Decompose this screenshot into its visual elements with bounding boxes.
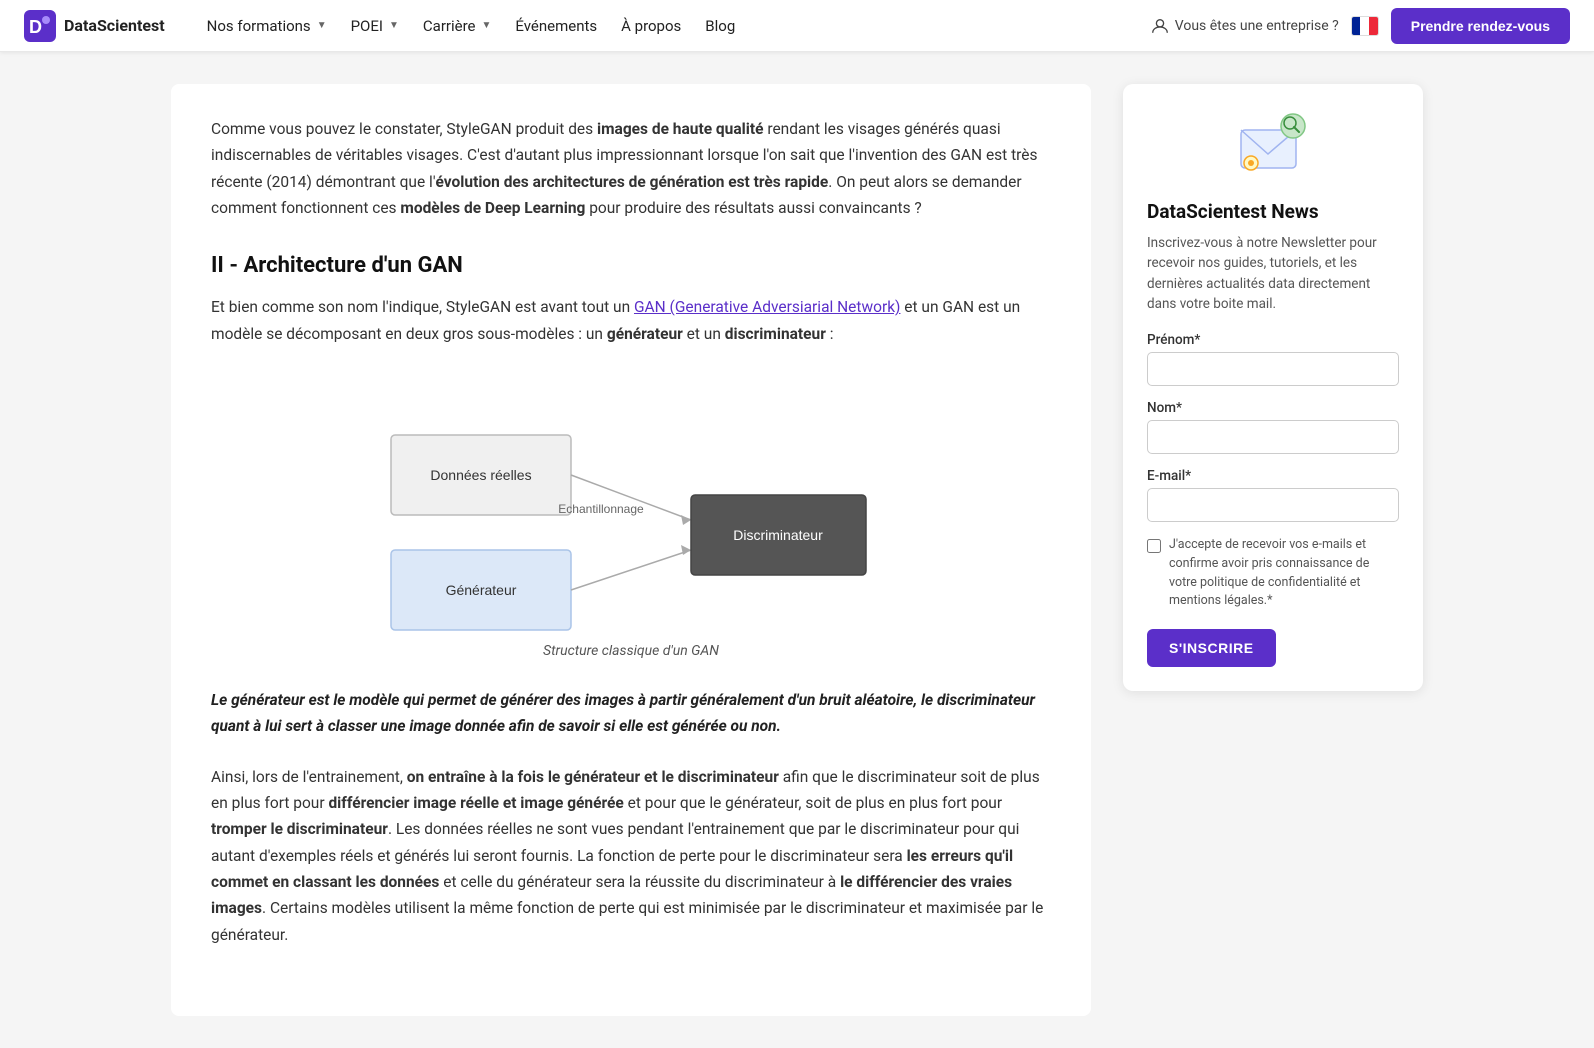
enterprise-icon — [1151, 17, 1169, 35]
consent-checkbox[interactable] — [1147, 539, 1161, 553]
main-nav: Nos formations ▼ POEI ▼ Carrière ▼ Événe… — [197, 11, 746, 41]
logo[interactable]: D DataScientest — [24, 10, 165, 42]
nav-poei[interactable]: POEI ▼ — [341, 11, 409, 41]
french-flag[interactable] — [1351, 16, 1379, 36]
svg-text:Echantillonnage: Echantillonnage — [558, 502, 644, 516]
section-heading: II - Architecture d'un GAN — [211, 253, 1051, 278]
section-paragraph: Et bien comme son nom l'indique, StyleGA… — [211, 294, 1051, 347]
header: D DataScientest Nos formations ▼ POEI ▼ … — [0, 0, 1594, 52]
nav-a-propos[interactable]: À propos — [611, 11, 691, 41]
prenom-label: Prénom* — [1147, 332, 1399, 348]
chevron-down-icon: ▼ — [481, 20, 491, 31]
gan-diagram-container: Données réelles Générateur Echantillonna… — [211, 375, 1051, 659]
prenom-input[interactable] — [1147, 352, 1399, 386]
sidebar-description: Inscrivez-vous à notre Newsletter pour r… — [1147, 233, 1399, 314]
subscribe-button[interactable]: S'INSCRIRE — [1147, 629, 1276, 667]
cta-button[interactable]: Prendre rendez-vous — [1391, 8, 1570, 44]
page-wrapper: Comme vous pouvez le constater, StyleGAN… — [147, 52, 1447, 1048]
nav-nos-formations[interactable]: Nos formations ▼ — [197, 11, 337, 41]
header-left: D DataScientest Nos formations ▼ POEI ▼ … — [24, 10, 745, 42]
consent-label: J'accepte de recevoir vos e-mails et con… — [1169, 536, 1399, 611]
chevron-down-icon: ▼ — [317, 20, 327, 31]
svg-text:Générateur: Générateur — [446, 582, 517, 598]
consent-row: J'accepte de recevoir vos e-mails et con… — [1147, 536, 1399, 611]
chevron-down-icon: ▼ — [389, 20, 399, 31]
email-group: E-mail* — [1147, 468, 1399, 522]
diagram-caption: Structure classique d'un GAN — [543, 643, 719, 659]
nav-blog[interactable]: Blog — [695, 11, 745, 41]
intro-paragraph: Comme vous pouvez le constater, StyleGAN… — [211, 116, 1051, 221]
gan-link[interactable]: GAN (Generative Adversiarial Network) — [634, 298, 900, 316]
nom-input[interactable] — [1147, 420, 1399, 454]
nom-group: Nom* — [1147, 400, 1399, 454]
sidebar: DataScientest News Inscrivez-vous à notr… — [1123, 84, 1423, 1016]
nav-evenements[interactable]: Événements — [505, 11, 607, 41]
nom-label: Nom* — [1147, 400, 1399, 416]
body-paragraph: Ainsi, lors de l'entrainement, on entraî… — [211, 764, 1051, 948]
svg-text:Discriminateur: Discriminateur — [733, 527, 823, 543]
enterprise-link[interactable]: Vous êtes une entreprise ? — [1151, 17, 1339, 35]
header-right: Vous êtes une entreprise ? Prendre rende… — [1151, 8, 1570, 44]
newsletter-icon — [1233, 108, 1313, 188]
email-input[interactable] — [1147, 488, 1399, 522]
logo-text: DataScientest — [64, 16, 165, 35]
sidebar-title: DataScientest News — [1147, 200, 1399, 223]
logo-icon: D — [24, 10, 56, 42]
gan-diagram: Données réelles Générateur Echantillonna… — [371, 375, 891, 635]
svg-text:D: D — [29, 17, 42, 37]
email-label: E-mail* — [1147, 468, 1399, 484]
nav-carriere[interactable]: Carrière ▼ — [413, 11, 502, 41]
svg-text:Données réelles: Données réelles — [430, 467, 531, 483]
main-content: Comme vous pouvez le constater, StyleGAN… — [171, 84, 1091, 1016]
newsletter-icon-area — [1147, 108, 1399, 188]
newsletter-card: DataScientest News Inscrivez-vous à notr… — [1123, 84, 1423, 691]
blockquote: Le générateur est le modèle qui permet d… — [211, 687, 1051, 740]
prenom-group: Prénom* — [1147, 332, 1399, 386]
